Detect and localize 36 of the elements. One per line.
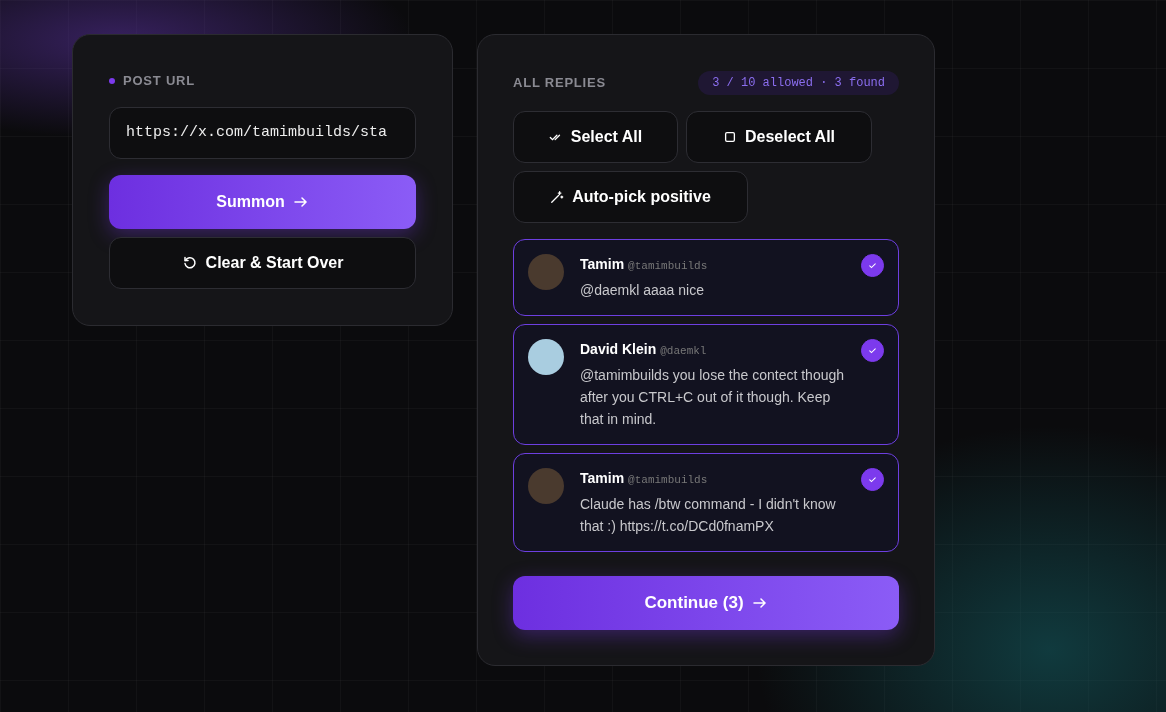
reply-card[interactable]: Tamim @tamimbuilds Claude has /btw command - I didn't know that :) https://t.co/DCd0fnamPX — [513, 453, 899, 552]
avatar — [528, 339, 564, 375]
author-handle: @tamimbuilds — [628, 473, 708, 488]
select-all-button[interactable]: Select All — [513, 111, 678, 163]
field-label: POST URL — [123, 72, 195, 90]
avatar — [528, 468, 564, 504]
check-icon — [867, 474, 878, 485]
continue-button[interactable]: Continue (3) — [513, 576, 899, 630]
refresh-icon — [181, 254, 198, 271]
reply-text: @daemkl aaaa nice — [580, 281, 705, 300]
reply-card[interactable]: Tamim @tamimbuilds @daemkl aaaa nice — [513, 239, 899, 316]
check-icon — [867, 260, 878, 271]
arrow-right-icon — [751, 595, 768, 611]
reply-text: Claude has /btw command - I didn't know that :) https://t.co/DCd0fnamPX — [580, 495, 837, 536]
author-name: Tamim — [580, 469, 625, 488]
checkbox[interactable] — [861, 339, 884, 362]
summon-button[interactable]: Summon — [109, 174, 416, 229]
deselect-all-button[interactable]: Deselect All — [686, 111, 872, 163]
clear-button[interactable]: Clear & Start Over — [109, 236, 416, 289]
auto-pick-button[interactable]: Auto-pick positive — [513, 171, 748, 223]
author-name: David Klein — [580, 340, 657, 359]
checkbox[interactable] — [861, 254, 884, 277]
author-handle: @daemkl — [660, 344, 707, 359]
status-dot — [109, 77, 115, 84]
author-handle: @tamimbuilds — [628, 259, 708, 274]
counter-badge: 3 / 10 allowed · 3 found — [698, 71, 899, 95]
section-title: ALL REPLIES — [513, 74, 606, 93]
check-icon — [867, 345, 878, 356]
url-input-field[interactable]: https://x.com/tamimbuilds/sta — [109, 106, 416, 159]
magic-wand-icon — [550, 190, 565, 204]
author-name: Tamim — [580, 255, 625, 274]
reply-text: @tamimbuilds you lose the contect though after you CTRL+C out of it though. Keep that in mind. — [580, 366, 845, 429]
reply-card[interactable]: David Klein @daemkl @tamimbuilds you lose the contect though after you CTRL+C out of it though. Keep that in mind. — [513, 324, 899, 445]
square-icon — [722, 130, 737, 144]
avatar — [528, 254, 564, 290]
checkbox[interactable] — [861, 468, 884, 491]
